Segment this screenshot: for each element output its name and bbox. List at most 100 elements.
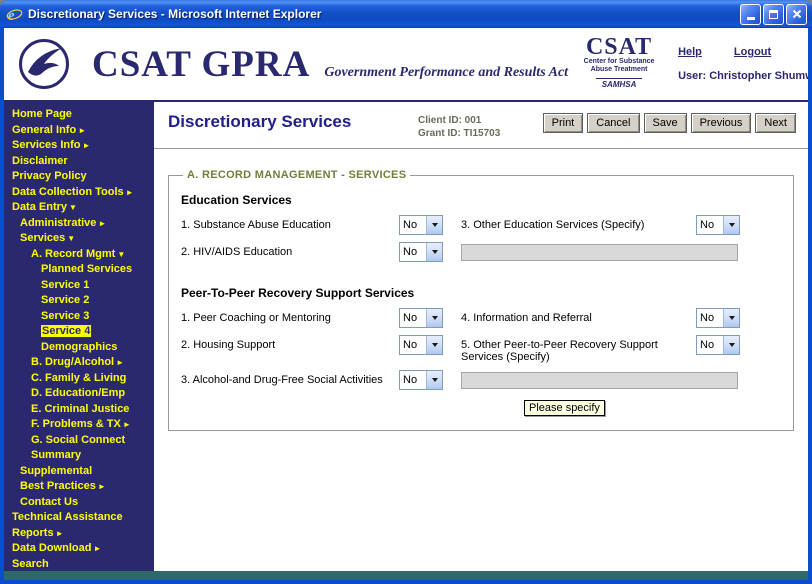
print-button[interactable]: Print [543, 113, 584, 133]
sidebar-item-data-collection-tools[interactable]: Data Collection Tools► [4, 185, 154, 201]
submenu-arrow-icon: ► [98, 482, 106, 491]
sidebar-item-education-emp[interactable]: D. Education/Emp [4, 386, 154, 402]
save-button[interactable]: Save [644, 113, 687, 133]
sidebar-item-administrative[interactable]: Administrative► [4, 216, 154, 232]
submenu-arrow-icon: ► [56, 529, 64, 538]
housing-support-select[interactable]: No [399, 335, 443, 355]
chevron-down-icon [723, 216, 739, 234]
chevron-down-icon [723, 309, 739, 327]
sidebar-item-disclaimer[interactable]: Disclaimer [4, 154, 154, 170]
ie-icon[interactable]: e [6, 6, 23, 23]
page-title: Discretionary Services [168, 112, 418, 132]
submenu-arrow-icon: ▼ [117, 250, 125, 259]
minimize-icon [747, 17, 755, 20]
sidebar-item-best-practices[interactable]: Best Practices► [4, 479, 154, 495]
record-management-fieldset: A. RECORD MANAGEMENT - SERVICES Educatio… [168, 169, 794, 431]
peer-coaching-label: 1. Peer Coaching or Mentoring [181, 308, 399, 324]
sidebar-item-data-download[interactable]: Data Download► [4, 541, 154, 557]
sidebar-item-general-info[interactable]: General Info► [4, 123, 154, 139]
other-education-specify-input [461, 244, 738, 261]
sidebar-item-search[interactable]: Search [4, 557, 154, 573]
housing-support-label: 2. Housing Support [181, 335, 399, 351]
close-button[interactable] [786, 4, 807, 25]
close-icon [792, 9, 802, 19]
sidebar-item-family-living[interactable]: C. Family & Living [4, 371, 154, 387]
title-bar[interactable]: e Discretionary Services - Microsoft Int… [0, 0, 812, 28]
minimize-button[interactable] [740, 4, 761, 25]
sidebar-item-services-info[interactable]: Services Info► [4, 138, 154, 154]
help-link[interactable]: Help [678, 46, 702, 58]
status-strip [4, 571, 808, 580]
substance-abuse-education-select[interactable]: No [399, 215, 443, 235]
sidebar-item-criminal-justice[interactable]: E. Criminal Justice [4, 402, 154, 418]
sidebar-item-social-connect[interactable]: G. Social Connect [4, 433, 154, 449]
sidebar-nav: Home Page General Info► Services Info► D… [4, 102, 154, 571]
submenu-arrow-icon: ► [93, 544, 101, 553]
sidebar-item-record-mgmt[interactable]: A. Record Mgmt▼ [4, 247, 154, 263]
sidebar-item-drug-alcohol[interactable]: B. Drug/Alcohol► [4, 355, 154, 371]
csat-logo-line2: Abuse Treatment [568, 66, 670, 74]
peer-coaching-select[interactable]: No [399, 308, 443, 328]
chevron-down-icon [426, 336, 442, 354]
sidebar-item-contact-us[interactable]: Contact Us [4, 495, 154, 511]
submenu-arrow-icon: ► [116, 358, 124, 367]
other-peer-recovery-label: 5. Other Peer-to-Peer Recovery Support S… [461, 335, 696, 363]
csat-logo-title: CSAT [568, 36, 670, 58]
chevron-down-icon [723, 336, 739, 354]
sidebar-item-summary[interactable]: Summary [4, 448, 154, 464]
main-content: Discretionary Services Client ID: 001 Gr… [154, 102, 808, 571]
please-specify-tooltip: Please specify [524, 400, 605, 416]
maximize-icon [769, 10, 778, 19]
substance-abuse-education-label: 1. Substance Abuse Education [181, 215, 399, 231]
grant-id: Grant ID: TI15703 [418, 127, 543, 140]
chevron-down-icon [426, 216, 442, 234]
fieldset-legend: A. RECORD MANAGEMENT - SERVICES [183, 169, 410, 181]
hhs-logo [18, 38, 70, 90]
sidebar-item-supplemental[interactable]: Supplemental [4, 464, 154, 480]
sidebar-item-privacy-policy[interactable]: Privacy Policy [4, 169, 154, 185]
submenu-arrow-icon: ▼ [67, 234, 75, 243]
alcohol-drug-free-social-label: 3. Alcohol-and Drug-Free Social Activiti… [181, 370, 399, 386]
alcohol-drug-free-social-select[interactable]: No [399, 370, 443, 390]
sidebar-item-service-4[interactable]: Service 4 [4, 324, 154, 340]
maximize-button[interactable] [763, 4, 784, 25]
chevron-down-icon [426, 309, 442, 327]
sidebar-item-planned-services[interactable]: Planned Services [4, 262, 154, 278]
submenu-arrow-icon: ► [123, 420, 131, 429]
cancel-button[interactable]: Cancel [587, 113, 639, 133]
other-education-services-select[interactable]: No [696, 215, 740, 235]
brand-tagline: Government Performance and Results Act [324, 65, 568, 81]
window-title: Discretionary Services - Microsoft Inter… [28, 7, 740, 21]
sidebar-item-service-2[interactable]: Service 2 [4, 293, 154, 309]
logout-link[interactable]: Logout [734, 46, 771, 58]
sidebar-item-data-entry[interactable]: Data Entry▼ [4, 200, 154, 216]
submenu-arrow-icon: ▼ [69, 203, 77, 212]
previous-button[interactable]: Previous [691, 113, 752, 133]
sidebar-item-reports[interactable]: Reports► [4, 526, 154, 542]
chevron-down-icon [426, 371, 442, 389]
sidebar-item-problems-tx[interactable]: F. Problems & TX► [4, 417, 154, 433]
chevron-down-icon [426, 243, 442, 261]
sidebar-item-services[interactable]: Services▼ [4, 231, 154, 247]
sidebar-item-service-1[interactable]: Service 1 [4, 278, 154, 294]
peer-recovery-heading: Peer-To-Peer Recovery Support Services [181, 286, 781, 300]
hiv-aids-education-select[interactable]: No [399, 242, 443, 262]
sidebar-item-home-page[interactable]: Home Page [4, 107, 154, 123]
hiv-aids-education-label: 2. HIV/AIDS Education [181, 242, 399, 258]
header-separator [154, 148, 808, 149]
sidebar-item-service-3[interactable]: Service 3 [4, 309, 154, 325]
education-services-heading: Education Services [181, 193, 781, 207]
other-peer-recovery-select[interactable]: No [696, 335, 740, 355]
sidebar-item-demographics[interactable]: Demographics [4, 340, 154, 356]
next-button[interactable]: Next [755, 113, 796, 133]
sidebar-item-technical-assistance[interactable]: Technical Assistance [4, 510, 154, 526]
submenu-arrow-icon: ► [126, 188, 134, 197]
action-buttons: Print Cancel Save Previous Next [543, 112, 796, 133]
brand-title: CSAT GPRA [92, 46, 310, 83]
submenu-arrow-icon: ► [82, 141, 90, 150]
other-education-services-label: 3. Other Education Services (Specify) [461, 215, 696, 231]
information-referral-select[interactable]: No [696, 308, 740, 328]
client-id: Client ID: 001 [418, 114, 543, 127]
submenu-arrow-icon: ► [78, 126, 86, 135]
csat-logo-samhsa: SAMHSA [596, 78, 643, 89]
